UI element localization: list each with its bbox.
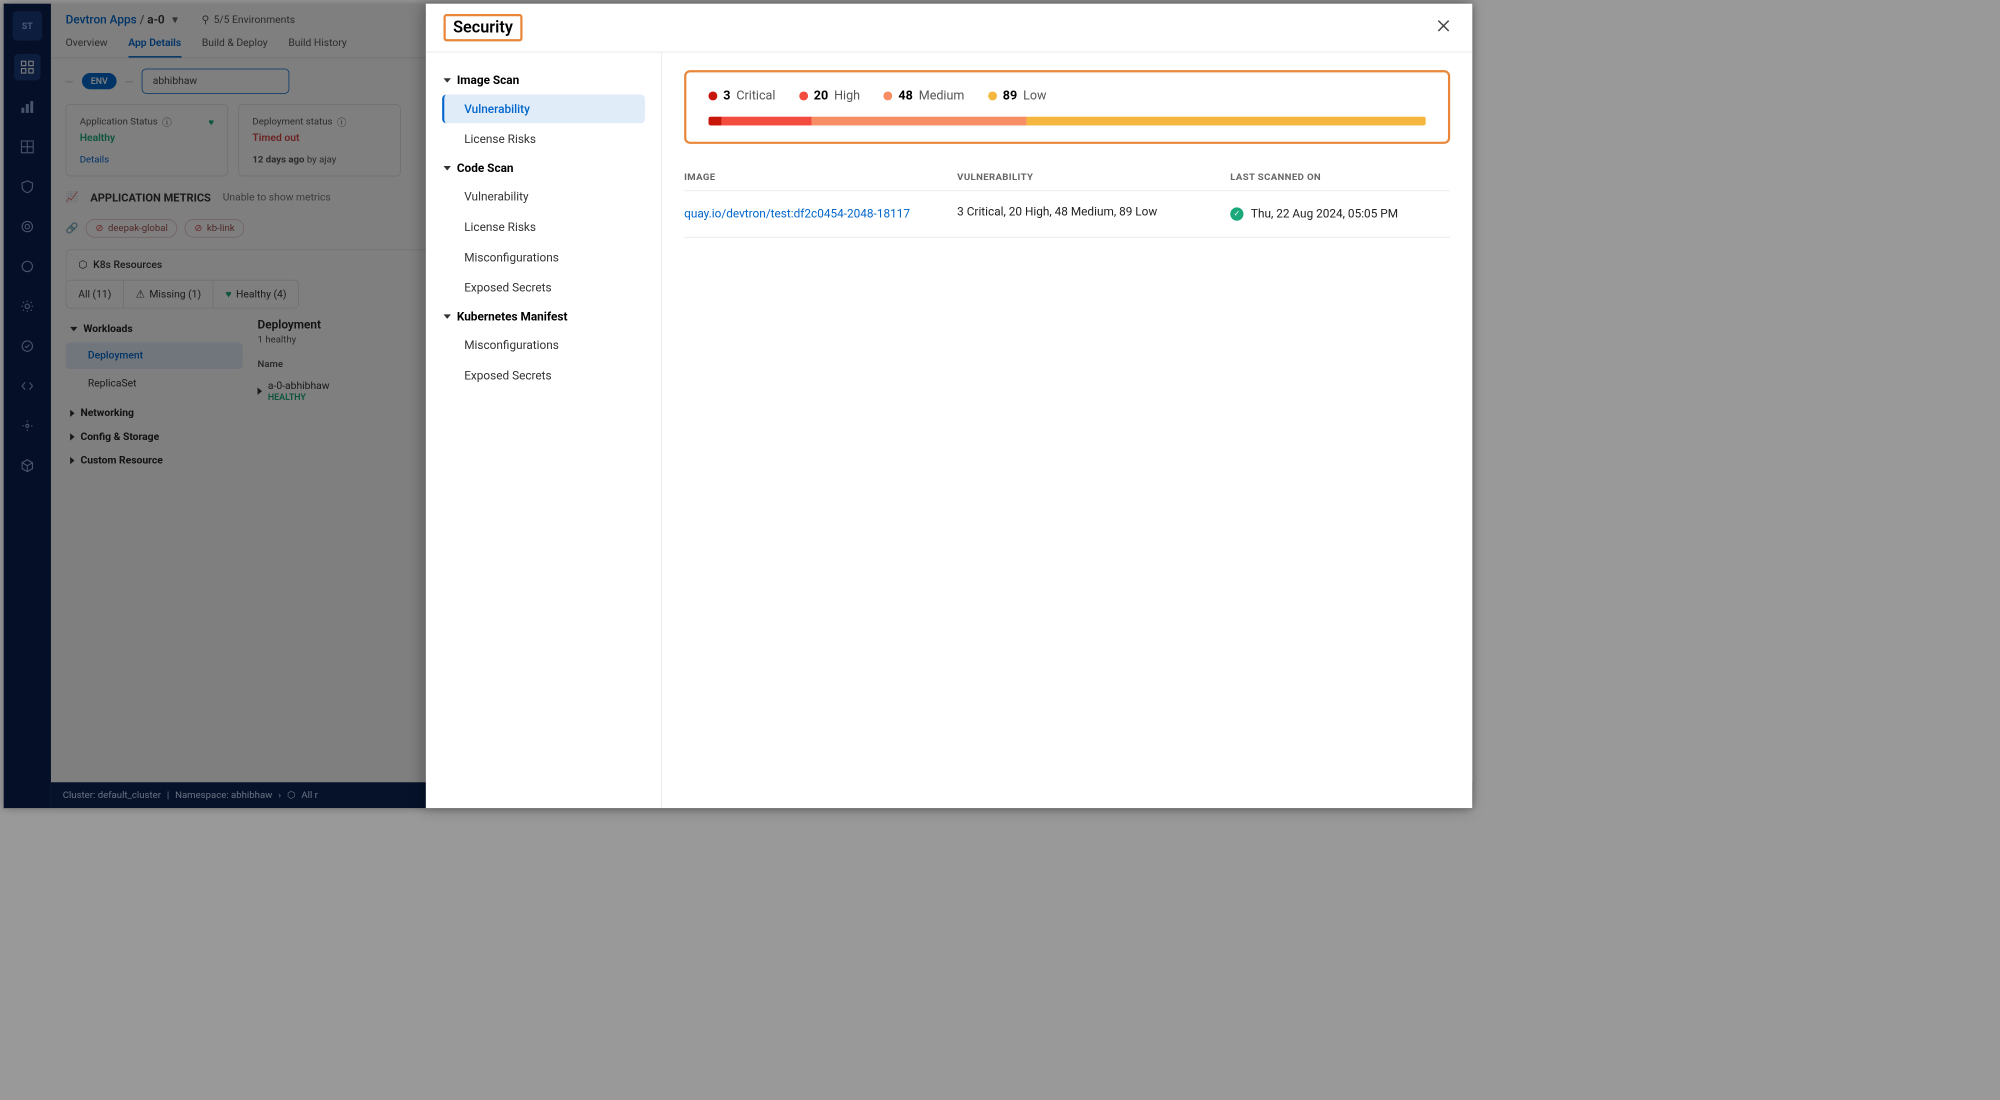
last-scanned: ✓ Thu, 22 Aug 2024, 05:05 PM: [1230, 204, 1450, 223]
check-icon: ✓: [1230, 207, 1243, 220]
modal-main: 3 Critical 20 High 48 Medium: [662, 52, 1472, 808]
severity-summary: 3 Critical 20 High 48 Medium: [684, 70, 1450, 144]
severity-bar-chart: [708, 117, 1425, 126]
close-icon: [1437, 19, 1450, 32]
sev-critical: 3 Critical: [708, 89, 775, 104]
sev-high: 20 High: [799, 89, 860, 104]
group-k8s-manifest[interactable]: Kubernetes Manifest: [436, 303, 651, 329]
image-link[interactable]: quay.io/devtron/test:df2c0454-2048-18117: [684, 204, 957, 223]
sev-medium: 48 Medium: [884, 89, 965, 104]
sidebar-item-vulnerability[interactable]: Vulnerability: [442, 94, 645, 123]
close-button[interactable]: [1432, 14, 1454, 41]
sidebar-item-misconfig-code[interactable]: Misconfigurations: [442, 243, 645, 272]
sidebar-item-license-risks[interactable]: License Risks: [442, 125, 645, 154]
sidebar-item-secrets-k8s[interactable]: Exposed Secrets: [442, 361, 645, 390]
sidebar-item-misconfig-k8s[interactable]: Misconfigurations: [442, 331, 645, 360]
sidebar-item-secrets-code[interactable]: Exposed Secrets: [442, 273, 645, 302]
sidebar-item-license-risks-code[interactable]: License Risks: [442, 213, 645, 242]
modal-sidebar: Image Scan Vulnerability License Risks C…: [426, 52, 662, 808]
scan-table-header: IMAGE VULNERABILITY LAST SCANNED ON: [684, 165, 1450, 191]
modal-overlay: Security Image Scan Vulnerability Licens…: [4, 4, 1473, 808]
scan-table-row[interactable]: quay.io/devtron/test:df2c0454-2048-18117…: [684, 190, 1450, 237]
group-image-scan[interactable]: Image Scan: [436, 67, 651, 93]
security-modal: Security Image Scan Vulnerability Licens…: [426, 4, 1472, 808]
sidebar-item-vulnerability-code[interactable]: Vulnerability: [442, 182, 645, 211]
sev-low: 89 Low: [988, 89, 1046, 104]
group-code-scan[interactable]: Code Scan: [436, 155, 651, 181]
modal-title: Security: [444, 14, 523, 41]
vuln-summary: 3 Critical, 20 High, 48 Medium, 89 Low: [957, 204, 1230, 223]
